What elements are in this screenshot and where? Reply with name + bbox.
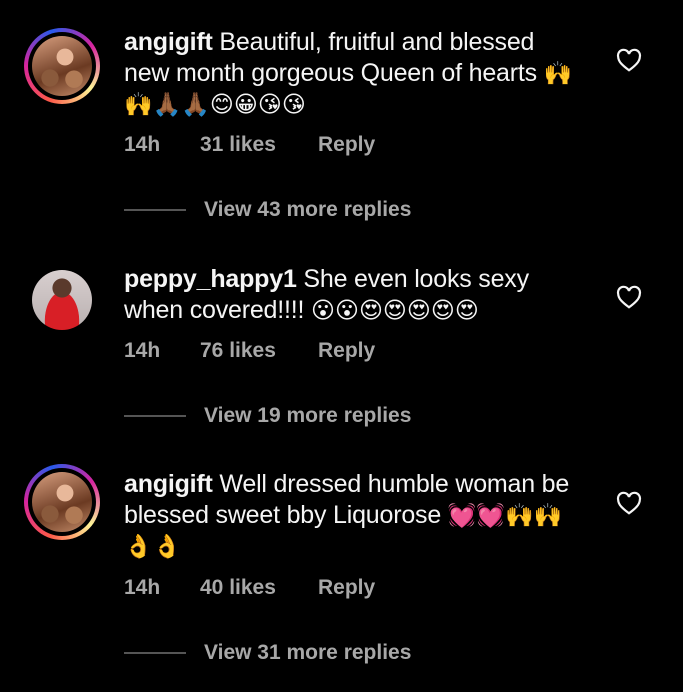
reply-button[interactable]: Reply bbox=[318, 339, 375, 363]
view-replies-label: View 31 more replies bbox=[204, 641, 412, 664]
timestamp: 14h bbox=[124, 576, 161, 599]
divider bbox=[124, 209, 186, 211]
timestamp: 14h bbox=[124, 339, 161, 362]
view-replies-label: View 19 more replies bbox=[204, 404, 412, 427]
likes-count[interactable]: 40 likes bbox=[200, 576, 276, 600]
divider bbox=[124, 652, 186, 654]
username[interactable]: angigift bbox=[124, 470, 213, 498]
timestamp: 14h bbox=[124, 133, 161, 156]
username[interactable]: angigift bbox=[124, 28, 213, 56]
reply-button[interactable]: Reply bbox=[318, 133, 375, 157]
username[interactable]: peppy_happy1 bbox=[124, 265, 297, 293]
comment-text: angigift Beautiful, fruitful and blessed… bbox=[124, 27, 584, 120]
like-heart-icon[interactable] bbox=[616, 285, 642, 309]
avatar[interactable] bbox=[24, 464, 100, 540]
divider bbox=[124, 415, 186, 417]
likes-count[interactable]: 31 likes bbox=[200, 133, 276, 157]
reply-button[interactable]: Reply bbox=[318, 576, 375, 600]
avatar[interactable] bbox=[24, 28, 100, 104]
like-heart-icon[interactable] bbox=[616, 48, 642, 72]
like-heart-icon[interactable] bbox=[616, 491, 642, 515]
likes-count[interactable]: 76 likes bbox=[200, 339, 276, 363]
comment-emojis: 😮😮😍😍😍😍😍 bbox=[310, 297, 479, 323]
view-replies-label: View 43 more replies bbox=[204, 198, 412, 221]
comment-text: peppy_happy1 She even looks sexy when co… bbox=[124, 264, 584, 326]
comment-text: angigift Well dressed humble woman be bl… bbox=[124, 469, 584, 562]
avatar[interactable] bbox=[24, 262, 100, 338]
